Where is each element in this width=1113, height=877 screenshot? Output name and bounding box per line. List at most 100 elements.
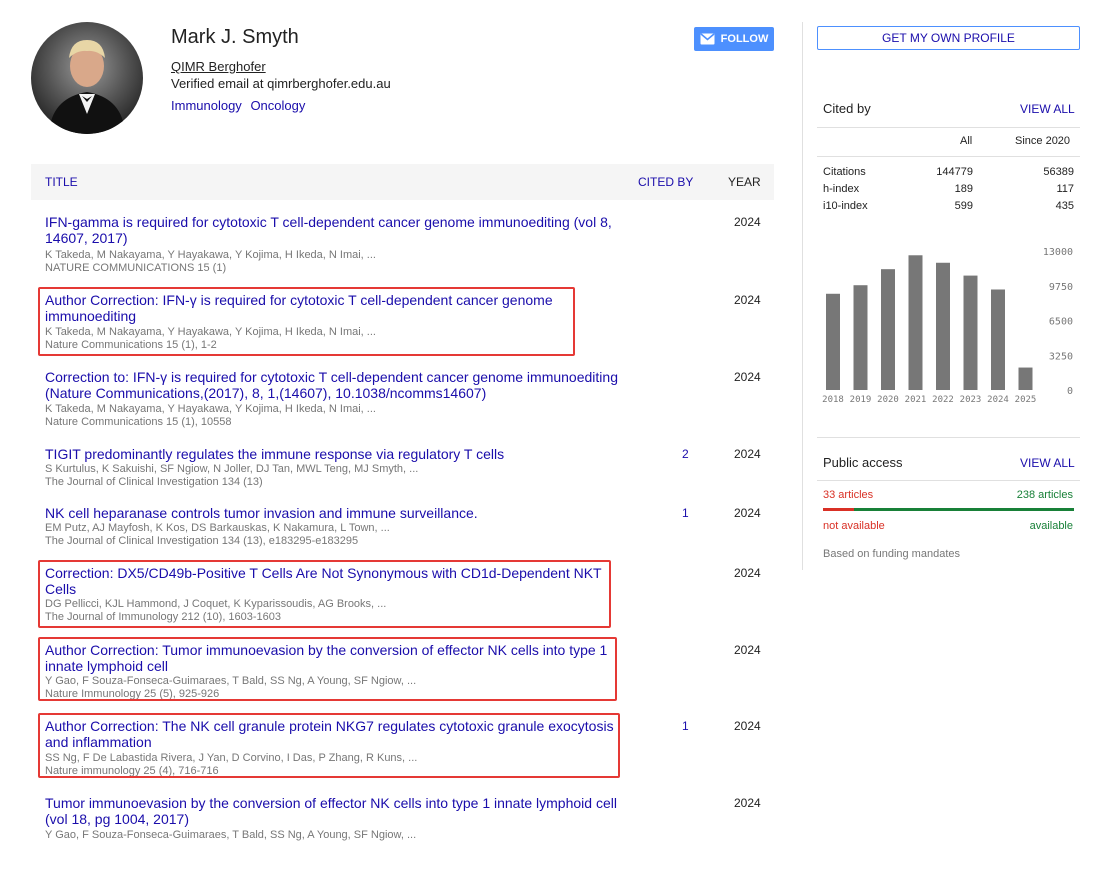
sort-by-cited[interactable]: CITED BY (638, 175, 693, 189)
article-authors: S Kurtulus, K Sakuishi, SF Ngiow, N Joll… (45, 463, 419, 475)
table-header: TITLE CITED BY YEAR (31, 164, 774, 200)
verified-email: Verified email at qimrberghofer.edu.au (171, 76, 391, 91)
affiliation-link[interactable]: QIMR Berghofer (171, 59, 266, 74)
profile-name: Mark J. Smyth (171, 26, 299, 48)
article-venue: The Journal of Clinical Investigation 13… (45, 476, 263, 488)
article-year: 2024 (734, 370, 761, 384)
chart-bar-2023[interactable] (963, 275, 978, 390)
divider (817, 127, 1080, 128)
article-title-link[interactable]: Author Correction: Tumor immunoevasion b… (45, 642, 625, 674)
article-venue: The Journal of Immunology 212 (10), 1603… (45, 611, 282, 623)
table-row: Tumor immunoevasion by the conversion of… (31, 795, 774, 845)
article-authors: Y Gao, F Souza-Fonseca-Guimaraes, T Bald… (45, 829, 417, 841)
article-venue: Nature Immunology 25 (5), 925-926 (45, 688, 220, 700)
article-authors: Y Gao, F Souza-Fonseca-Guimaraes, T Bald… (45, 675, 417, 687)
chart-x-label: 2021 (905, 395, 927, 405)
divider (817, 156, 1080, 157)
chart-y-tick: 0 (1067, 386, 1073, 397)
article-venue: The Journal of Clinical Investigation 13… (45, 535, 359, 547)
article-title-link[interactable]: NK cell heparanase controls tumor invasi… (45, 505, 625, 521)
cited-by-view-all-link[interactable]: VIEW ALL (1020, 102, 1075, 116)
not-available-count-link[interactable]: 33 articles (823, 489, 873, 501)
article-authors: EM Putz, AJ Mayfosh, K Kos, DS Barkauska… (45, 522, 390, 534)
metric-label: i10-index (823, 200, 868, 212)
article-year: 2024 (734, 506, 761, 520)
person-photo-icon (49, 40, 125, 134)
divider (817, 437, 1080, 438)
metric-row-citations: Citations 144779 56389 (823, 166, 1074, 180)
chart-bar-2025[interactable] (1018, 367, 1033, 390)
cited-by-heading: Cited by (823, 101, 871, 116)
public-access-bar (823, 508, 1074, 511)
available-label: available (1029, 520, 1073, 532)
divider (817, 480, 1080, 481)
chart-y-tick: 9750 (1049, 282, 1073, 293)
chart-x-label: 2020 (877, 395, 899, 405)
interest-link-oncology[interactable]: Oncology (250, 98, 305, 113)
article-authors: K Takeda, M Nakayama, Y Hayakawa, Y Koji… (45, 249, 376, 261)
chart-x-label: 2024 (987, 395, 1009, 405)
article-title-link[interactable]: TIGIT predominantly regulates the immune… (45, 446, 625, 462)
chart-x-label: 2023 (960, 395, 982, 405)
article-title-link[interactable]: IFN-gamma is required for cytotoxic T ce… (45, 214, 625, 246)
table-row: TIGIT predominantly regulates the immune… (31, 446, 774, 490)
public-access-heading: Public access (823, 455, 903, 470)
article-title-link[interactable]: Correction to: IFN-γ is required for cyt… (45, 369, 625, 401)
article-year: 2024 (734, 643, 761, 657)
metric-all: 599 (954, 200, 973, 212)
available-count-link[interactable]: 238 articles (1017, 489, 1073, 501)
chart-bar-2024[interactable] (991, 289, 1005, 390)
cited-count[interactable]: 1 (682, 506, 689, 520)
chart-y-tick: 3250 (1049, 351, 1073, 362)
table-row: NK cell heparanase controls tumor invasi… (31, 505, 774, 549)
chart-x-label: 2019 (850, 395, 872, 405)
sort-by-title[interactable]: TITLE (45, 175, 78, 189)
research-interests: Immunology Oncology (171, 98, 310, 113)
follow-button[interactable]: FOLLOW (694, 27, 774, 51)
chart-y-tick: 6500 (1049, 317, 1073, 328)
chart-y-tick: 13000 (1043, 247, 1073, 258)
table-row: Author Correction: Tumor immunoevasion b… (31, 642, 774, 702)
public-access-bar-not-available (823, 508, 854, 511)
article-year: 2024 (734, 447, 761, 461)
follow-label: FOLLOW (720, 33, 769, 45)
table-row: Correction to: IFN-γ is required for cyt… (31, 369, 774, 431)
interest-link-immunology[interactable]: Immunology (171, 98, 242, 113)
profile-avatar (31, 22, 143, 134)
metric-since: 117 (1056, 183, 1074, 195)
citations-bar-chart: 2018 2019 2020 2021 2022 2023 2024 2025 13000 975… (822, 247, 1073, 405)
article-venue: NATURE COMMUNICATIONS 15 (1) (45, 262, 227, 274)
metric-all: 144779 (936, 166, 973, 178)
not-available-label: not available (823, 520, 885, 532)
article-year: 2024 (734, 719, 761, 733)
article-year: 2024 (734, 566, 761, 580)
article-authors: SS Ng, F De Labastida Rivera, J Yan, D C… (45, 752, 418, 764)
table-row: IFN-gamma is required for cytotoxic T ce… (31, 214, 774, 276)
sidebar-divider (802, 22, 803, 570)
article-year: 2024 (734, 796, 761, 810)
cited-count[interactable]: 1 (682, 719, 689, 733)
metric-since: 435 (1055, 200, 1074, 212)
sort-by-year[interactable]: YEAR (728, 175, 761, 189)
col-header-since: Since 2020 (1015, 135, 1071, 147)
chart-bar-2021[interactable] (908, 255, 923, 390)
article-authors: DG Pellicci, KJL Hammond, J Coquet, K Ky… (45, 598, 387, 610)
chart-bar-2018[interactable] (826, 293, 840, 390)
chart-bar-2020[interactable] (881, 269, 895, 390)
public-access-view-all-link[interactable]: VIEW ALL (1020, 456, 1075, 470)
chart-bar-2022[interactable] (936, 262, 950, 390)
article-title-link[interactable]: Author Correction: The NK cell granule p… (45, 718, 625, 750)
metric-row-h-index: h-index 189 117 (823, 183, 1074, 197)
cited-count[interactable]: 2 (682, 447, 689, 461)
article-title-link[interactable]: Tumor immunoevasion by the conversion of… (45, 795, 625, 827)
article-title-link[interactable]: Author Correction: IFN-γ is required for… (45, 292, 625, 324)
col-header-all: All (960, 135, 973, 147)
table-row: Author Correction: IFN-γ is required for… (31, 292, 774, 354)
article-title-link[interactable]: Correction: DX5/CD49b-Positive T Cells A… (45, 565, 625, 597)
article-venue: Nature Communications 15 (1), 1-2 (45, 339, 217, 351)
chart-bar-2019[interactable] (853, 285, 868, 390)
chart-x-label: 2025 (1015, 395, 1037, 405)
metric-since: 56389 (1043, 166, 1074, 178)
article-authors: K Takeda, M Nakayama, Y Hayakawa, Y Koji… (45, 326, 376, 338)
get-my-own-profile-button[interactable]: GET MY OWN PROFILE (817, 26, 1080, 50)
